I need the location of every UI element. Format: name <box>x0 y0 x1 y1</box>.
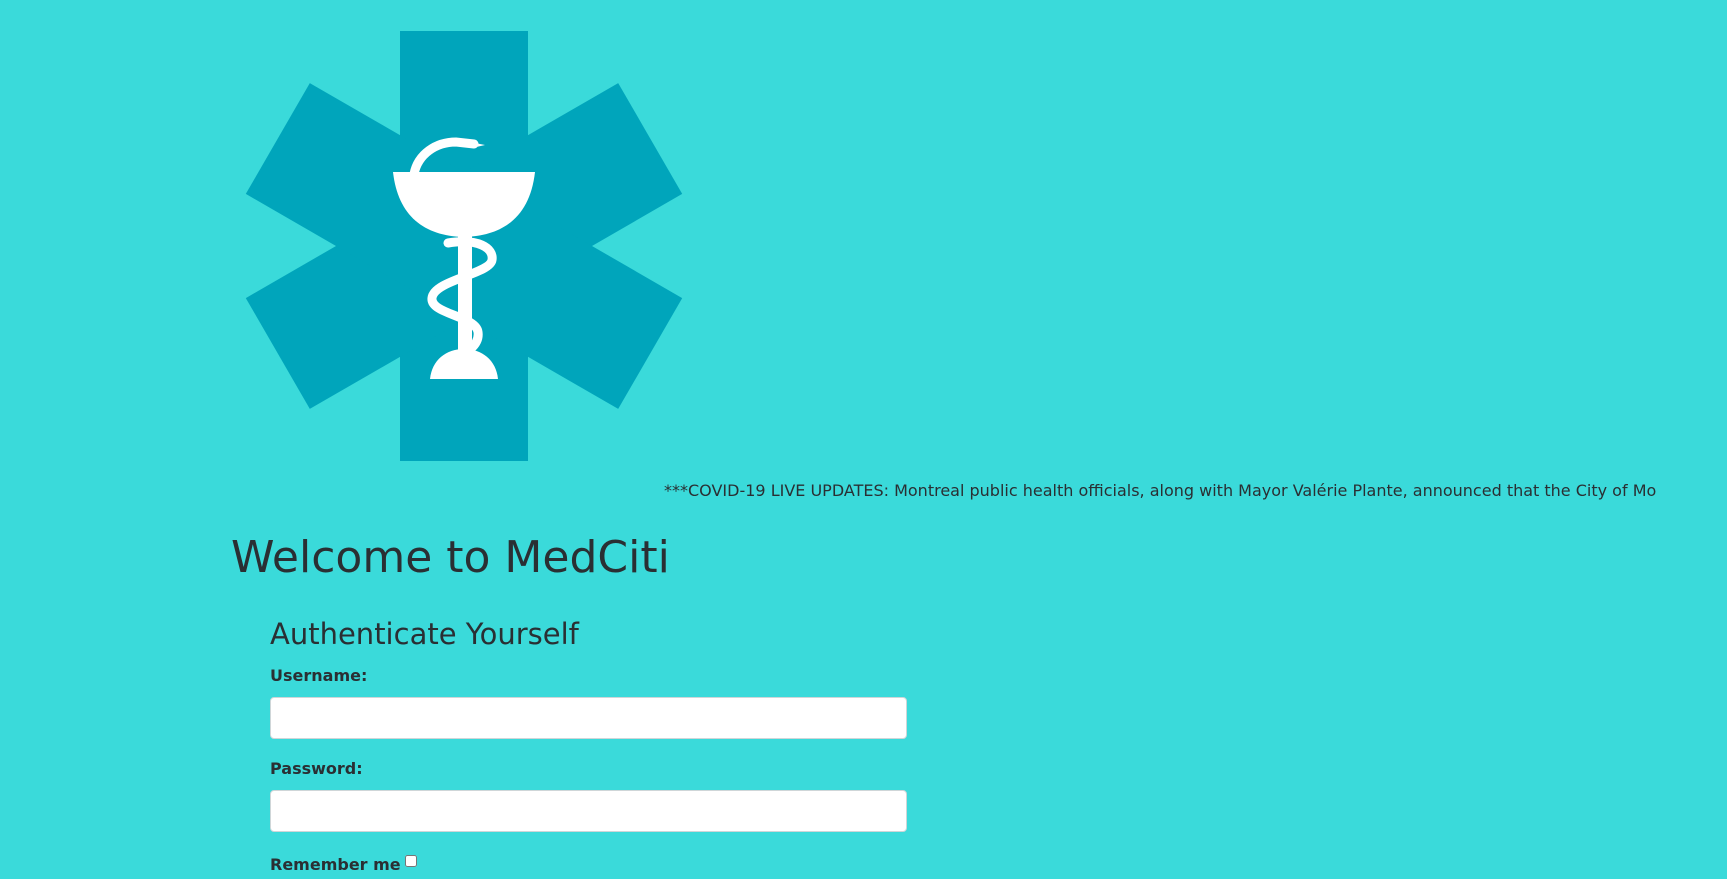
medciti-logo <box>240 31 688 461</box>
login-form: Authenticate Yourself Username: Password… <box>270 614 910 876</box>
remember-me-label: Remember me <box>270 855 401 874</box>
ticker-text: ***COVID-19 LIVE UPDATES: Montreal publi… <box>664 481 1656 500</box>
username-label: Username: <box>270 666 368 685</box>
remember-me-row: Remember me <box>270 854 910 876</box>
page-title: Welcome to MedCiti <box>231 532 670 583</box>
password-label: Password: <box>270 759 363 778</box>
username-input[interactable] <box>270 697 907 739</box>
news-ticker: ***COVID-19 LIVE UPDATES: Montreal publi… <box>664 478 1656 504</box>
remember-me-checkbox[interactable] <box>404 855 417 867</box>
star-of-life-icon <box>245 31 683 461</box>
password-input[interactable] <box>270 790 907 832</box>
login-form-title: Authenticate Yourself <box>270 617 579 651</box>
